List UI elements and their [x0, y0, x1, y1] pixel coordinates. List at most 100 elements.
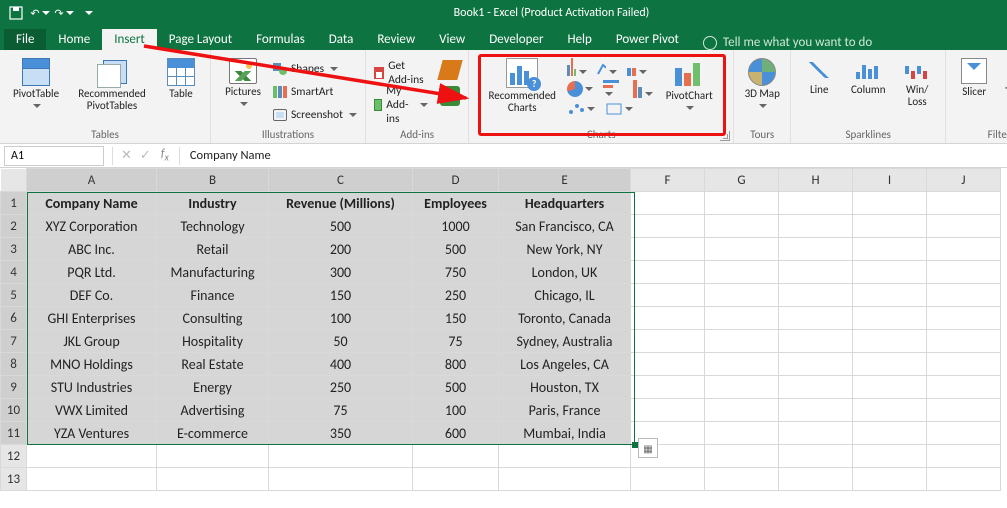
col-header-A[interactable]: A	[27, 169, 157, 192]
pie-chart-icon[interactable]	[567, 80, 593, 98]
cell-A13[interactable]	[27, 468, 157, 491]
cell-J5[interactable]	[927, 284, 1001, 307]
cell-E8[interactable]: Los Angeles, CA	[499, 353, 631, 376]
cell-C4[interactable]: 300	[269, 261, 413, 284]
cell-H7[interactable]	[779, 330, 853, 353]
tab-data[interactable]: Data	[317, 29, 366, 50]
cell-J2[interactable]	[927, 215, 1001, 238]
cell-I5[interactable]	[853, 284, 927, 307]
cell-B9[interactable]: Energy	[157, 376, 269, 399]
cell-E9[interactable]: Houston, TX	[499, 376, 631, 399]
sparkline-line-button[interactable]: Line	[799, 54, 839, 96]
cell-I6[interactable]	[853, 307, 927, 330]
row-header-6[interactable]: 6	[1, 307, 27, 330]
cell-B2[interactable]: Technology	[157, 215, 269, 238]
cell-D11[interactable]: 600	[413, 422, 499, 445]
people-graph-icon[interactable]	[440, 86, 460, 106]
smartart-button[interactable]: SmartArt	[273, 81, 357, 103]
cell-C10[interactable]: 75	[269, 399, 413, 422]
slicer-button[interactable]: Slicer	[954, 54, 994, 98]
row-header-5[interactable]: 5	[1, 284, 27, 307]
cell-B11[interactable]: E-commerce	[157, 422, 269, 445]
cell-I13[interactable]	[853, 468, 927, 491]
cell-G2[interactable]	[705, 215, 779, 238]
cell-E1[interactable]: Headquarters	[499, 192, 631, 215]
formula-text[interactable]: Company Name	[184, 148, 277, 163]
tell-me-search[interactable]: Tell me what you want to do	[703, 35, 872, 50]
charts-dialog-launcher[interactable]	[720, 131, 730, 141]
shapes-button[interactable]: Shapes	[273, 58, 357, 80]
tab-file[interactable]: File	[4, 29, 46, 50]
recommended-pivottables-button[interactable]: Recommended PivotTables	[70, 54, 154, 112]
cell-C8[interactable]: 400	[269, 353, 413, 376]
cell-D2[interactable]: 1000	[413, 215, 499, 238]
cell-J12[interactable]	[927, 445, 1001, 468]
cell-D13[interactable]	[413, 468, 499, 491]
cell-G12[interactable]	[705, 445, 779, 468]
col-header-F[interactable]: F	[631, 169, 705, 192]
row-header-3[interactable]: 3	[1, 238, 27, 261]
cell-D10[interactable]: 100	[413, 399, 499, 422]
cell-D8[interactable]: 800	[413, 353, 499, 376]
row-header-1[interactable]: 1	[1, 192, 27, 215]
col-header-G[interactable]: G	[705, 169, 779, 192]
cell-J9[interactable]	[927, 376, 1001, 399]
row-header-10[interactable]: 10	[1, 399, 27, 422]
col-header-B[interactable]: B	[157, 169, 269, 192]
cell-E10[interactable]: Paris, France	[499, 399, 631, 422]
pivotchart-button[interactable]: PivotChart	[659, 54, 719, 112]
spreadsheet-grid[interactable]: ABCDEFGHIJ1Company NameIndustryRevenue (…	[0, 168, 1007, 491]
column-chart-icon[interactable]	[567, 58, 587, 76]
cell-D7[interactable]: 75	[413, 330, 499, 353]
cell-F2[interactable]	[631, 215, 705, 238]
cell-D9[interactable]: 500	[413, 376, 499, 399]
row-header-2[interactable]: 2	[1, 215, 27, 238]
tab-view[interactable]: View	[427, 29, 477, 50]
tab-insert[interactable]: Insert	[102, 29, 157, 50]
cell-E13[interactable]	[499, 468, 631, 491]
row-header-11[interactable]: 11	[1, 422, 27, 445]
cell-I11[interactable]	[853, 422, 927, 445]
sparkline-column-button[interactable]: Column	[845, 54, 891, 96]
cell-C3[interactable]: 200	[269, 238, 413, 261]
cell-D3[interactable]: 500	[413, 238, 499, 261]
tab-review[interactable]: Review	[365, 29, 427, 50]
tab-page-layout[interactable]: Page Layout	[157, 29, 244, 50]
cell-C13[interactable]	[269, 468, 413, 491]
cell-A6[interactable]: GHI Enterprises	[27, 307, 157, 330]
cell-B1[interactable]: Industry	[157, 192, 269, 215]
cell-B10[interactable]: Advertising	[157, 399, 269, 422]
bing-maps-icon[interactable]	[438, 60, 463, 80]
col-header-H[interactable]: H	[779, 169, 853, 192]
cell-J4[interactable]	[927, 261, 1001, 284]
cell-F6[interactable]	[631, 307, 705, 330]
cell-C1[interactable]: Revenue (Millions)	[269, 192, 413, 215]
cell-B13[interactable]	[157, 468, 269, 491]
cell-A12[interactable]	[27, 445, 157, 468]
hierarchy-chart-icon[interactable]	[627, 58, 647, 76]
cell-E2[interactable]: San Francisco, CA	[499, 215, 631, 238]
cell-G1[interactable]	[705, 192, 779, 215]
cell-G6[interactable]	[705, 307, 779, 330]
cell-E4[interactable]: London, UK	[499, 261, 631, 284]
row-header-13[interactable]: 13	[1, 468, 27, 491]
cell-C6[interactable]: 100	[269, 307, 413, 330]
cell-I10[interactable]	[853, 399, 927, 422]
cell-J11[interactable]	[927, 422, 1001, 445]
cell-E12[interactable]	[499, 445, 631, 468]
cell-A9[interactable]: STU Industries	[27, 376, 157, 399]
cell-F5[interactable]	[631, 284, 705, 307]
cell-I1[interactable]	[853, 192, 927, 215]
row-header-8[interactable]: 8	[1, 353, 27, 376]
cell-G13[interactable]	[705, 468, 779, 491]
cell-F4[interactable]	[631, 261, 705, 284]
cell-D12[interactable]	[413, 445, 499, 468]
cell-C2[interactable]: 500	[269, 215, 413, 238]
tab-power-pivot[interactable]: Power Pivot	[604, 29, 691, 50]
cell-H5[interactable]	[779, 284, 853, 307]
cell-H3[interactable]	[779, 238, 853, 261]
cell-F1[interactable]	[631, 192, 705, 215]
cell-E6[interactable]: Toronto, Canada	[499, 307, 631, 330]
cell-A4[interactable]: PQR Ltd.	[27, 261, 157, 284]
cell-I9[interactable]	[853, 376, 927, 399]
